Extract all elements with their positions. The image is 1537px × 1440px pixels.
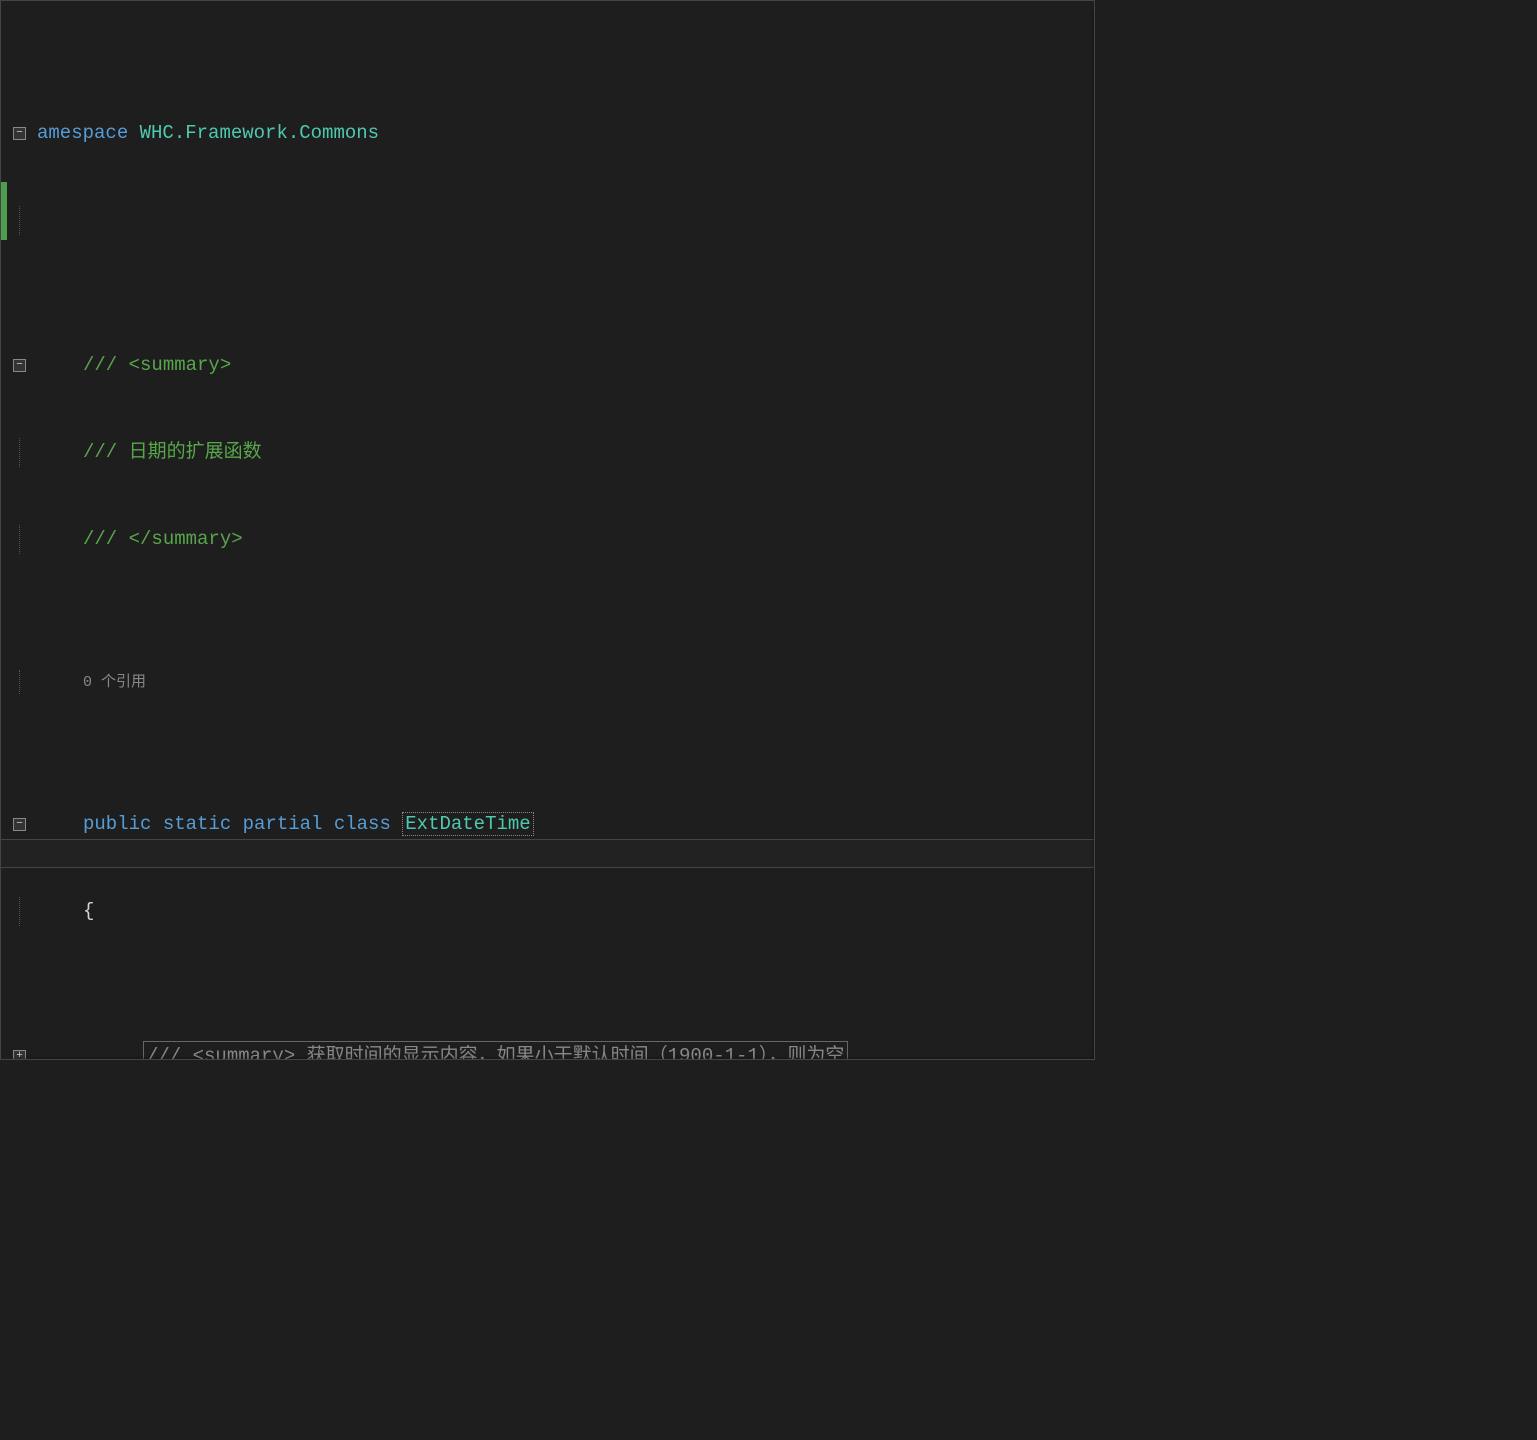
xmldoc-open: /// <summary> bbox=[83, 354, 231, 376]
fold-toggle[interactable] bbox=[13, 818, 26, 831]
xmldoc-body: /// 日期的扩展函数 bbox=[83, 441, 262, 463]
keyword-namespace: amespace bbox=[37, 122, 128, 144]
class-modifiers: public static partial class bbox=[83, 813, 391, 835]
torn-edge-bottom bbox=[11, 1059, 1095, 1060]
namespace-name: WHC.Framework.Commons bbox=[140, 122, 379, 144]
codelens-refs[interactable]: 0 个引用 bbox=[83, 668, 146, 697]
fold-toggle[interactable] bbox=[13, 127, 26, 140]
code-editor[interactable]: amespace WHC.Framework.Commons /// <summ… bbox=[0, 0, 1095, 1060]
torn-edge-right bbox=[1094, 11, 1095, 1060]
change-indicator bbox=[1, 182, 7, 240]
code-content[interactable]: amespace WHC.Framework.Commons /// <summ… bbox=[13, 1, 1094, 1059]
class-name: ExtDateTime bbox=[402, 812, 533, 836]
xmldoc-collapsed[interactable]: /// <summary> 获取时间的显示内容，如果小于默认时间（1900-1-… bbox=[143, 1041, 848, 1060]
fold-toggle[interactable] bbox=[13, 359, 26, 372]
xmldoc-close: /// </summary> bbox=[83, 528, 243, 550]
open-brace: { bbox=[83, 897, 94, 926]
